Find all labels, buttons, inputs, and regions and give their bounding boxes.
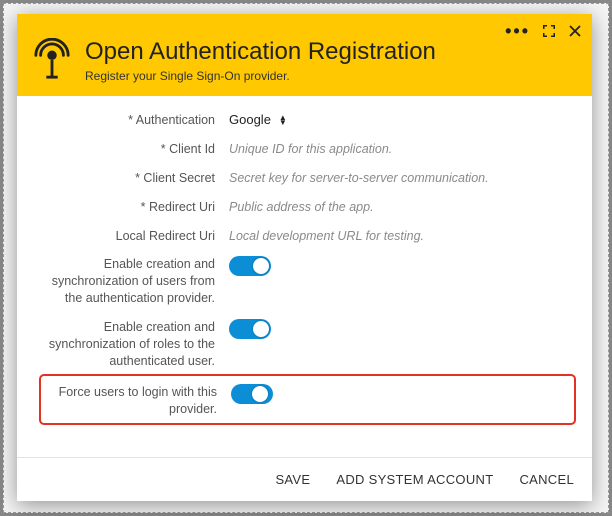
oauth-registration-dialog: ••• Open Authentication Registration Reg… xyxy=(17,14,592,501)
dialog-subtitle: Register your Single Sign-On provider. xyxy=(85,69,436,83)
select-arrows-icon: ▲▼ xyxy=(279,115,287,125)
sync-users-toggle[interactable] xyxy=(229,256,271,276)
dialog-header: ••• Open Authentication Registration Reg… xyxy=(17,14,592,96)
client-id-input[interactable]: Unique ID for this application. xyxy=(229,142,392,156)
dialog-footer: SAVE ADD SYSTEM ACCOUNT CANCEL xyxy=(17,457,592,501)
add-system-account-button[interactable]: ADD SYSTEM ACCOUNT xyxy=(336,472,493,487)
highlighted-row: Force users to login with this provider. xyxy=(39,374,576,426)
cancel-button[interactable]: CANCEL xyxy=(519,472,574,487)
local-redirect-uri-input[interactable]: Local development URL for testing. xyxy=(229,229,424,243)
client-id-label: * Client Id xyxy=(39,139,229,158)
broadcast-icon xyxy=(33,38,71,84)
redirect-uri-input[interactable]: Public address of the app. xyxy=(229,200,374,214)
authentication-select[interactable]: Google ▲▼ xyxy=(229,112,287,127)
client-secret-label: * Client Secret xyxy=(39,168,229,187)
client-secret-input[interactable]: Secret key for server-to-server communic… xyxy=(229,171,489,185)
more-icon[interactable]: ••• xyxy=(505,22,530,40)
fullscreen-icon[interactable] xyxy=(542,24,556,38)
sync-roles-toggle[interactable] xyxy=(229,319,271,339)
close-icon[interactable] xyxy=(568,24,582,38)
sync-users-label: Enable creation and synchronization of u… xyxy=(39,254,229,307)
authentication-value: Google xyxy=(229,112,271,127)
dialog-title: Open Authentication Registration xyxy=(85,39,436,65)
force-login-label: Force users to login with this provider. xyxy=(41,382,231,418)
save-button[interactable]: SAVE xyxy=(275,472,310,487)
dialog-body: * Authentication Google ▲▼ * Client Id U… xyxy=(17,96,592,457)
local-redirect-uri-label: Local Redirect Uri xyxy=(39,226,229,245)
force-login-toggle[interactable] xyxy=(231,384,273,404)
sync-roles-label: Enable creation and synchronization of r… xyxy=(39,317,229,370)
authentication-label: * Authentication xyxy=(39,110,229,129)
redirect-uri-label: * Redirect Uri xyxy=(39,197,229,216)
